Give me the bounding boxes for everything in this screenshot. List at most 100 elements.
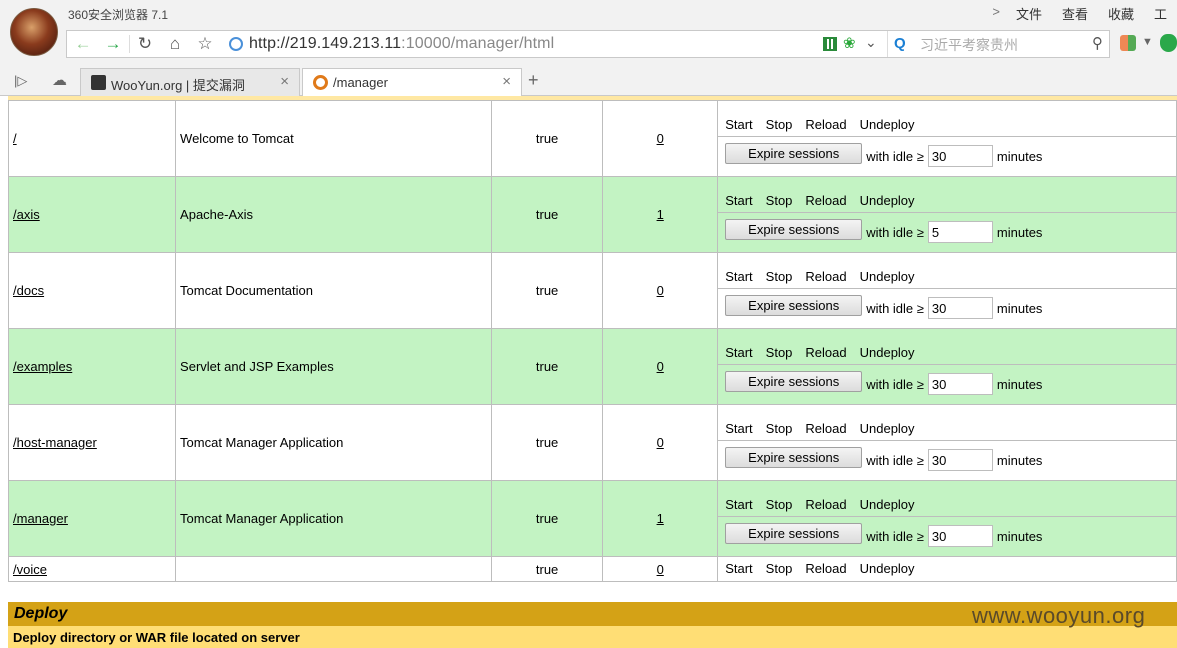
idle-label: with idle ≥ — [866, 528, 924, 544]
undeploy-link[interactable]: Undeploy — [860, 117, 915, 132]
idle-label: with idle ≥ — [866, 376, 924, 392]
stop-link[interactable]: Stop — [766, 269, 793, 284]
reload-link[interactable]: Reload — [805, 421, 846, 436]
start-link[interactable]: Start — [725, 497, 752, 512]
home-icon[interactable]: ⌂ — [163, 33, 187, 55]
sessions-link[interactable]: 1 — [657, 207, 664, 222]
leaf-icon[interactable]: ❀ — [843, 36, 859, 52]
reload-link[interactable]: Reload — [805, 117, 846, 132]
reload-link[interactable]: Reload — [805, 497, 846, 512]
expire-sessions-button[interactable]: Expire sessions — [725, 294, 863, 316]
app-path-link[interactable]: /voice — [13, 562, 47, 577]
start-link[interactable]: Start — [725, 421, 752, 436]
undeploy-link[interactable]: Undeploy — [860, 345, 915, 360]
reload-link[interactable]: Reload — [805, 269, 846, 284]
tab-label: /manager — [333, 75, 388, 90]
search-box[interactable]: Q 习近平考察贵州 ⚲ — [887, 31, 1109, 57]
app-running-cell: true — [490, 252, 604, 329]
close-icon[interactable]: × — [280, 73, 289, 90]
idle-input[interactable]: 30 — [927, 145, 993, 167]
url-input[interactable]: http://219.149.213.11:10000/manager/html — [249, 35, 554, 53]
expire-sessions-button[interactable]: Expire sessions — [725, 142, 863, 164]
globe-icon — [229, 37, 243, 51]
star-icon[interactable]: ☆ — [193, 33, 217, 55]
chevron-down-icon[interactable]: ⌄ — [865, 34, 877, 51]
cloud-icon[interactable]: ☁ — [52, 71, 67, 89]
app-path-link[interactable]: /docs — [13, 283, 44, 298]
start-link[interactable]: Start — [725, 345, 752, 360]
idle-input[interactable]: 5 — [927, 221, 993, 243]
app-name-cell: Tomcat Documentation — [175, 252, 492, 329]
new-tab-button[interactable]: + — [528, 70, 539, 91]
expire-sessions-button[interactable]: Expire sessions — [725, 446, 863, 468]
app-path-link[interactable]: / — [13, 131, 17, 146]
close-icon[interactable]: × — [502, 73, 511, 90]
reload-link[interactable]: Reload — [805, 345, 846, 360]
stop-link[interactable]: Stop — [766, 561, 793, 576]
start-link[interactable]: Start — [725, 117, 752, 132]
app-path-link[interactable]: /axis — [13, 207, 40, 222]
command-row: Start Stop Reload Undeploy — [718, 417, 1176, 441]
idle-input[interactable]: 30 — [927, 373, 993, 395]
nav-divider — [129, 35, 130, 53]
idle-input[interactable]: 30 — [927, 297, 993, 319]
stop-link[interactable]: Stop — [766, 421, 793, 436]
expire-sessions-button[interactable]: Expire sessions — [725, 370, 863, 392]
chevron-right-icon[interactable]: > — [982, 4, 1006, 23]
sessions-link[interactable]: 0 — [657, 435, 664, 450]
idle-input[interactable]: 30 — [927, 525, 993, 547]
forward-icon[interactable]: → — [101, 33, 125, 55]
app-sessions-cell: 0 — [602, 252, 719, 329]
start-link[interactable]: Start — [725, 269, 752, 284]
tab-wooyun[interactable]: WooYun.org | 提交漏洞 × — [80, 68, 300, 96]
search-engine-icon[interactable]: Q — [894, 35, 906, 52]
sidebar-toggle-icon[interactable]: |▷ — [14, 73, 27, 89]
reload-link[interactable]: Reload — [805, 193, 846, 208]
search-input[interactable]: 习近平考察贵州 — [920, 35, 1018, 55]
page-content: / Welcome to Tomcat true 0 Start Stop Reload Un… — [0, 96, 1177, 648]
qrcode-icon[interactable] — [823, 37, 837, 51]
shield-icon[interactable] — [1160, 34, 1177, 52]
menu-view[interactable]: 查看 — [1052, 4, 1098, 23]
start-link[interactable]: Start — [725, 193, 752, 208]
undeploy-link[interactable]: Undeploy — [860, 269, 915, 284]
expire-sessions-button[interactable]: Expire sessions — [725, 522, 863, 544]
menu-file[interactable]: 文件 — [1006, 4, 1052, 23]
undeploy-link[interactable]: Undeploy — [860, 421, 915, 436]
sessions-link[interactable]: 1 — [657, 511, 664, 526]
stop-link[interactable]: Stop — [766, 193, 793, 208]
reload-link[interactable]: Reload — [805, 561, 846, 576]
sessions-link[interactable]: 0 — [657, 131, 664, 146]
app-commands-cell: Start Stop Reload Undeploy — [717, 556, 1177, 582]
app-path-link[interactable]: /manager — [13, 511, 68, 526]
expire-sessions-button[interactable]: Expire sessions — [725, 218, 863, 240]
app-path-link[interactable]: /host-manager — [13, 435, 97, 450]
refresh-icon[interactable]: ↻ — [133, 33, 157, 55]
apps-dropdown-icon[interactable]: ▼ — [1142, 36, 1153, 48]
stop-link[interactable]: Stop — [766, 497, 793, 512]
app-sessions-cell: 0 — [602, 100, 719, 177]
browser-chrome: 360安全浏览器 7.1 > 文件 查看 收藏 工 ← → ↻ ⌂ ☆ http… — [0, 0, 1177, 97]
app-path-link[interactable]: /examples — [13, 359, 72, 374]
undeploy-link[interactable]: Undeploy — [860, 497, 915, 512]
menu-favorites[interactable]: 收藏 — [1098, 4, 1144, 23]
table-row: / Welcome to Tomcat true 0 Start Stop Reload Un… — [7, 100, 1177, 177]
search-icon[interactable]: ⚲ — [1092, 34, 1103, 52]
sessions-link[interactable]: 0 — [657, 562, 664, 577]
app-name-cell: Apache-Axis — [175, 176, 492, 253]
idle-input[interactable]: 30 — [927, 449, 993, 471]
menu-tools[interactable]: 工 — [1144, 4, 1177, 23]
undeploy-link[interactable]: Undeploy — [860, 193, 915, 208]
user-avatar[interactable] — [10, 8, 58, 56]
back-icon[interactable]: ← — [71, 33, 95, 55]
expire-row: Expire sessions with idle ≥30 minutes — [718, 441, 1176, 471]
sessions-link[interactable]: 0 — [657, 359, 664, 374]
start-link[interactable]: Start — [725, 561, 752, 576]
stop-link[interactable]: Stop — [766, 345, 793, 360]
apps-icon[interactable] — [1120, 35, 1136, 51]
stop-link[interactable]: Stop — [766, 117, 793, 132]
url-path: :10000/manager/html — [401, 35, 555, 52]
sessions-link[interactable]: 0 — [657, 283, 664, 298]
tab-manager[interactable]: /manager × — [302, 68, 522, 97]
undeploy-link[interactable]: Undeploy — [860, 561, 915, 576]
